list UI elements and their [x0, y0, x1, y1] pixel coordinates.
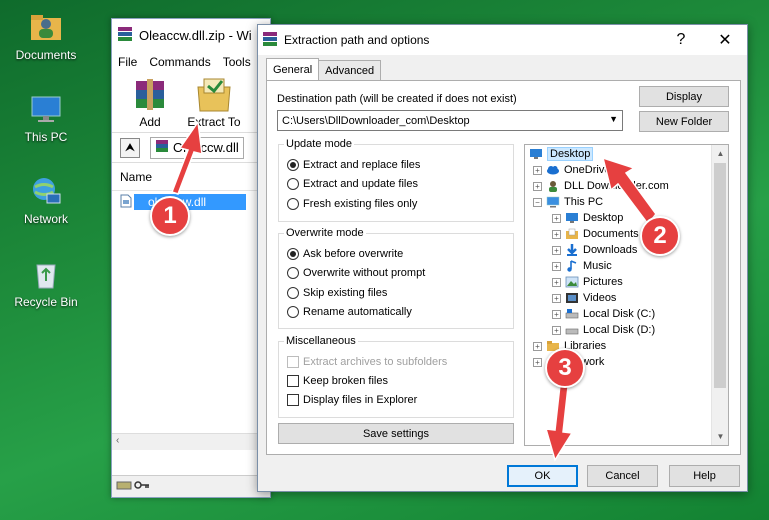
- arrow-to-desktop-icon: [601, 156, 657, 226]
- step-badge-2: 2: [640, 216, 680, 256]
- arrow-to-ok-icon: [544, 384, 574, 462]
- tutorial-arrows: [171, 119, 657, 462]
- step-badge-1: 1: [150, 196, 190, 236]
- tab-general[interactable]: General: [266, 58, 320, 80]
- step-badge-3: 3: [545, 348, 585, 388]
- arrow-to-extract-icon: [171, 119, 203, 195]
